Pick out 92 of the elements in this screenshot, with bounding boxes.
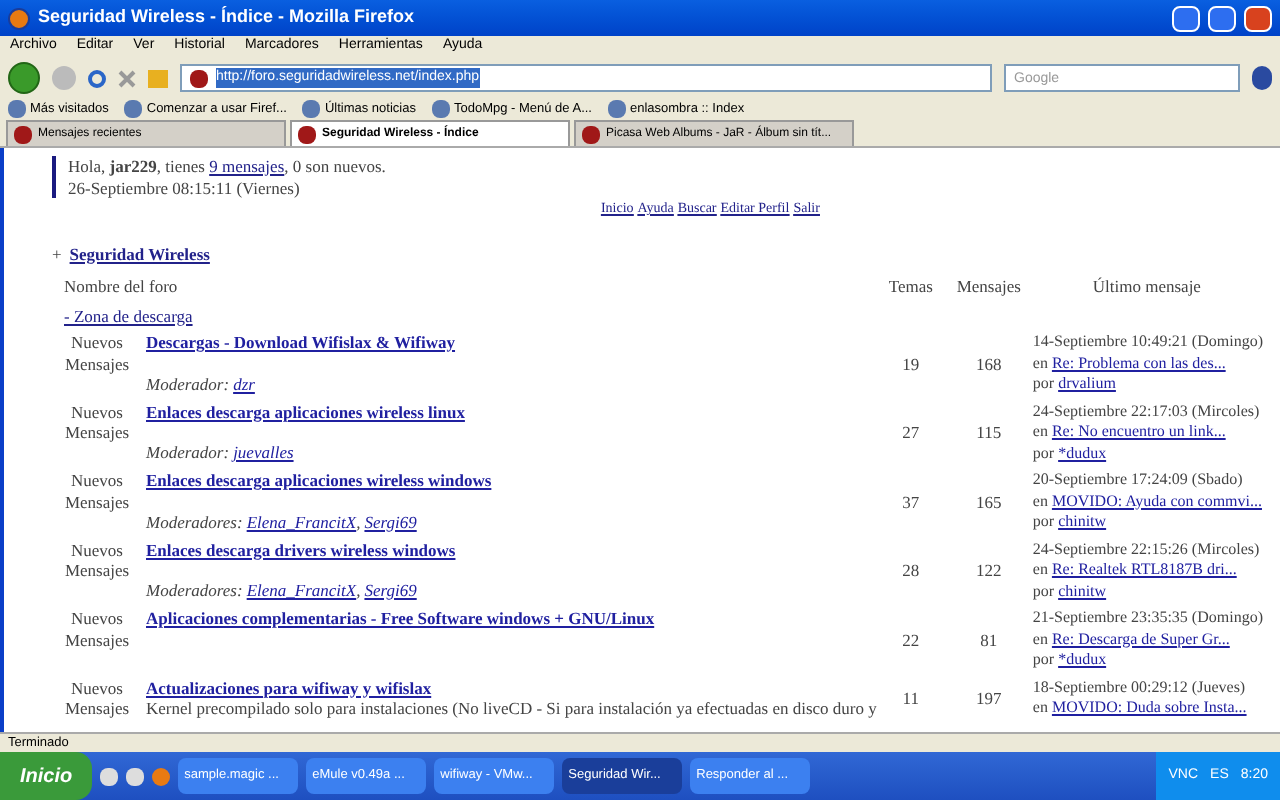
by-label: por: [1032, 443, 1055, 464]
window-title: Seguridad Wireless - Índice - Mozilla Firefox: [38, 4, 416, 31]
author-link[interactable]: drvalium: [1058, 374, 1116, 395]
topics-count: 19: [900, 353, 922, 374]
category-link[interactable]: Seguridad Wireless: [69, 243, 210, 264]
bookmark-icon: [8, 100, 26, 118]
last-post-date: 14-Septiembre 10:49:21 (Domingo): [1032, 332, 1265, 353]
in-label: en: [1032, 629, 1048, 650]
column-header: Último mensaje: [1090, 276, 1203, 297]
posts-count: 81: [978, 629, 1000, 650]
posts-count: 197: [974, 687, 1004, 709]
messages-link[interactable]: 9 mensajes: [209, 156, 285, 176]
last-post-date: 21-Septiembre 23:35:35 (Domingo): [1032, 608, 1265, 629]
last-post-link[interactable]: Re: Realtek RTL8187B dri...: [1051, 560, 1237, 581]
moderator-label: Moderadores:: [146, 511, 243, 532]
last-post-link[interactable]: Re: Problema con las des...: [1051, 353, 1226, 374]
in-label: en: [1032, 491, 1048, 512]
date-text: 26-Septiembre 08:15:11 (Viernes): [68, 177, 302, 198]
topics-count: 22: [900, 629, 922, 650]
column-header: Nombre del foro: [62, 276, 180, 297]
last-post-date: 18-Septiembre 00:29:12 (Jueves): [1032, 677, 1248, 698]
reload-icon[interactable]: [88, 69, 106, 87]
moderator-link[interactable]: Sergi69: [364, 580, 417, 601]
posts-count: 168: [974, 353, 1004, 374]
forum-status: Nuevos Mensajes: [62, 401, 132, 443]
in-label: en: [1032, 422, 1048, 443]
author-link[interactable]: chinitw: [1058, 512, 1107, 533]
posts-count: 115: [974, 422, 1004, 443]
by-label: por: [1032, 650, 1055, 671]
forum-status: Nuevos Mensajes: [62, 470, 132, 512]
bookmark-icon: [124, 100, 143, 118]
forum-link[interactable]: Enlaces descarga aplicaciones wireless windows: [146, 470, 492, 491]
in-label: en: [1032, 698, 1048, 719]
bookmark-icon: [302, 100, 321, 118]
topics-count: 11: [900, 687, 921, 709]
author-link[interactable]: *dudux: [1058, 650, 1107, 671]
minimize-button[interactable]: [1172, 5, 1200, 31]
maximize-button[interactable]: [1208, 5, 1236, 31]
last-post-link[interactable]: MOVIDO: Duda sobre Insta...: [1051, 698, 1247, 719]
site-icon: [190, 69, 208, 87]
topics-count: 28: [900, 560, 922, 581]
moderator-label: Moderador:: [146, 442, 230, 463]
moderator-link[interactable]: Sergi69: [364, 511, 417, 532]
moderator-link[interactable]: dzr: [233, 373, 255, 394]
browser-logo-icon: [8, 7, 30, 29]
by-label: por: [1032, 374, 1055, 395]
author-link[interactable]: *dudux: [1058, 443, 1107, 464]
column-header: Temas: [886, 276, 935, 297]
moderator-label: Moderador:: [146, 373, 230, 394]
site-icon: [582, 125, 600, 143]
separator-text: ,: [356, 580, 361, 601]
in-label: en: [1032, 353, 1048, 374]
moderator-label: Moderadores:: [146, 580, 243, 601]
topics-count: 37: [900, 491, 922, 512]
forum-description: Kernel precompilado solo para instalaciones (No liveCD - Si para instalación ya efectuadas en disco duro y: [146, 698, 877, 719]
separator-text: ,: [356, 511, 361, 532]
forum-status: Nuevos Mensajes: [62, 332, 132, 374]
moderator-link[interactable]: Elena_FrancitX: [246, 580, 357, 601]
posts-count: 122: [974, 560, 1004, 581]
close-button[interactable]: [1244, 5, 1272, 31]
last-post-link[interactable]: Re: Descarga de Super Gr...: [1051, 629, 1230, 650]
forum-status: Nuevos Mensajes: [62, 677, 132, 719]
posts-count: 165: [974, 491, 1004, 512]
moderator-link[interactable]: Elena_FrancitX: [246, 511, 357, 532]
moderator-link[interactable]: juevalles: [233, 442, 294, 463]
forum-link[interactable]: Aplicaciones complementarias - Free Software windows + GNU/Linux: [146, 608, 655, 629]
last-post-link[interactable]: Re: No encuentro un link...: [1051, 422, 1226, 443]
in-label: en: [1032, 560, 1048, 581]
forum-link[interactable]: Descargas - Download Wifislax & Wifiway: [146, 332, 456, 353]
site-icon: [298, 125, 316, 143]
collapse-toggle[interactable]: +: [52, 243, 62, 264]
forum-status: Nuevos Mensajes: [62, 608, 132, 650]
column-header: Mensajes: [954, 276, 1023, 297]
by-label: por: [1032, 581, 1055, 602]
zone-link[interactable]: - Zona de descarga: [52, 305, 193, 326]
forum-status: Nuevos Mensajes: [62, 539, 132, 581]
site-icon: [14, 125, 32, 143]
last-post-link[interactable]: MOVIDO: Ayuda con commvi...: [1051, 491, 1262, 512]
start-button[interactable]: Inicio: [0, 752, 93, 800]
forum-link[interactable]: Actualizaciones para wifiway y wifislax: [146, 677, 432, 698]
bookmark-icon: [607, 100, 626, 118]
forum-link[interactable]: Enlaces descarga aplicaciones wireless linux: [146, 401, 465, 422]
bookmark-icon: [431, 100, 450, 118]
last-post-date: 24-Septiembre 22:15:26 (Mircoles): [1032, 539, 1262, 560]
author-link[interactable]: chinitw: [1058, 581, 1107, 602]
last-post-date: 24-Septiembre 22:17:03 (Mircoles): [1032, 401, 1262, 422]
forum-link[interactable]: Enlaces descarga drivers wireless windows: [146, 539, 456, 560]
by-label: por: [1032, 512, 1055, 533]
back-button[interactable]: [8, 62, 40, 94]
last-post-date: 20-Septiembre 17:24:09 (Sbado): [1032, 470, 1245, 491]
greeting-text: Hola, jar229, tienes 9 mensajes, 0 son nuevos.: [68, 156, 388, 177]
topics-count: 27: [900, 422, 922, 443]
